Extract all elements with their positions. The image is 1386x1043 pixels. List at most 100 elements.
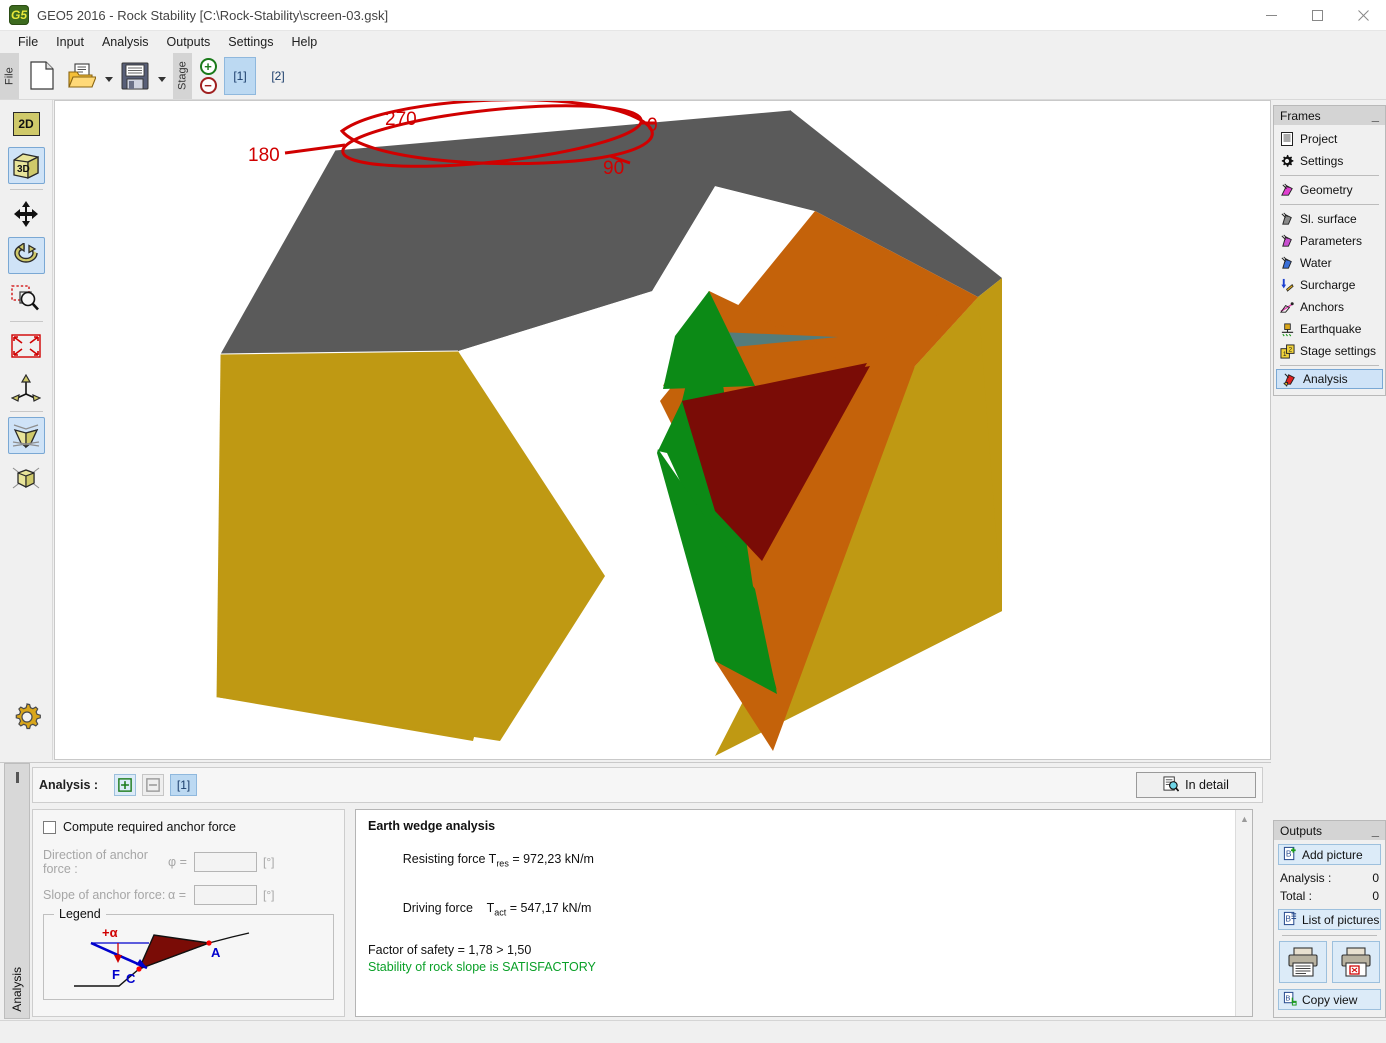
rotate-button[interactable] <box>8 237 45 274</box>
add-picture-label: Add picture <box>1302 848 1363 862</box>
view-2d-button[interactable]: 2D <box>8 105 45 142</box>
cube-wire-icon <box>11 464 41 492</box>
open-folder-icon[interactable] <box>63 56 101 96</box>
slope-of-anchor-force-input[interactable] <box>194 885 257 905</box>
compass-label-270: 270 <box>385 109 417 130</box>
frame-item-parameters[interactable]: Parameters <box>1274 230 1385 252</box>
print-preview-button[interactable] <box>1332 941 1380 983</box>
document-icon <box>1279 131 1295 147</box>
outputs-analysis-value: 0 <box>1372 871 1379 885</box>
minimize-icon[interactable] <box>1248 0 1294 31</box>
slope-of-anchor-force-row: Slope of anchor force: α = [°] <box>43 885 334 905</box>
menu-settings[interactable]: Settings <box>219 33 282 51</box>
plus-circle-icon[interactable]: + <box>200 58 217 75</box>
toolbar-stage-group-label: Stage <box>173 53 192 99</box>
frame-item-label: Settings <box>1300 154 1343 168</box>
resisting-force-line: Resisting force Tres = 972,23 kN/m <box>368 837 1240 886</box>
zoom-window-button[interactable] <box>8 279 45 316</box>
frame-item-settings[interactable]: Settings <box>1274 150 1385 172</box>
save-floppy-icon[interactable] <box>116 56 154 96</box>
legend-label-A: A <box>211 945 221 960</box>
chevron-up-icon[interactable]: ▲ <box>1236 810 1253 827</box>
outputs-panel-header: Outputs _ <box>1274 821 1385 840</box>
toolbar-divider <box>10 189 43 190</box>
resisting-force-subscript: res <box>496 859 509 869</box>
bottom-panel: Analysis Analysis : [1] In detail Compu <box>0 762 1271 1020</box>
axes-button[interactable] <box>8 369 45 406</box>
stage-tab-1[interactable]: [1] <box>224 57 256 95</box>
bottom-vertical-tab[interactable]: Analysis <box>4 763 30 1019</box>
minimize-panel-icon[interactable]: _ <box>1372 112 1379 120</box>
minus-icon <box>146 778 160 792</box>
menu-bar: File Input Analysis Outputs Settings Hel… <box>0 31 1386 52</box>
axes-tripod-icon <box>11 374 41 402</box>
printer-preview-icon <box>1339 946 1373 978</box>
view-mode-2-button[interactable] <box>8 459 45 496</box>
outputs-divider <box>1282 935 1377 936</box>
save-dropdown-chevron-down-icon[interactable] <box>155 56 168 96</box>
view-mode-1-button[interactable] <box>8 417 45 454</box>
window-title: GEO5 2016 - Rock Stability [C:\Rock-Stab… <box>37 8 388 23</box>
stage-tab-2[interactable]: [2] <box>262 57 294 95</box>
analysis-add-button[interactable] <box>114 774 136 796</box>
copy-view-label: Copy view <box>1302 993 1357 1007</box>
add-picture-button[interactable]: B Add picture <box>1278 844 1381 865</box>
move-arrows-icon <box>12 200 40 228</box>
new-document-icon[interactable] <box>23 56 61 96</box>
results-scrollbar[interactable]: ▲ ▼ <box>1235 810 1252 1016</box>
menu-input[interactable]: Input <box>47 33 93 51</box>
menu-outputs[interactable]: Outputs <box>158 33 220 51</box>
menu-file[interactable]: File <box>9 33 47 51</box>
analysis-remove-button[interactable] <box>142 774 164 796</box>
copy-view-button[interactable]: B Copy view <box>1278 989 1381 1010</box>
panel-grip-handle[interactable] <box>16 772 19 783</box>
fit-view-button[interactable] <box>8 327 45 364</box>
minus-circle-icon[interactable]: − <box>200 77 217 94</box>
frame-item-surcharge[interactable]: Surcharge <box>1274 274 1385 296</box>
frame-item-earthquake[interactable]: Earthquake <box>1274 318 1385 340</box>
close-icon[interactable] <box>1340 0 1386 31</box>
frame-item-water[interactable]: Water <box>1274 252 1385 274</box>
frames-divider <box>1280 175 1379 176</box>
frame-item-sl-surface[interactable]: Sl. surface <box>1274 208 1385 230</box>
compute-anchor-force-checkbox[interactable] <box>43 821 56 834</box>
frame-item-geometry[interactable]: Geometry <box>1274 179 1385 201</box>
in-detail-button[interactable]: In detail <box>1136 772 1256 798</box>
svg-text:B: B <box>1286 848 1292 858</box>
pan-button[interactable] <box>8 195 45 232</box>
frame-item-anchors[interactable]: Anchors <box>1274 296 1385 318</box>
print-button[interactable] <box>1279 941 1327 983</box>
title-bar: G5 GEO5 2016 - Rock Stability [C:\Rock-S… <box>0 0 1386 31</box>
view-3d-button[interactable]: 3D <box>8 147 45 184</box>
legend-title: Legend <box>54 907 106 921</box>
frame-item-label: Parameters <box>1300 234 1362 248</box>
menu-analysis[interactable]: Analysis <box>93 33 158 51</box>
list-pictures-icon: B <box>1283 911 1298 929</box>
direction-of-anchor-force-input[interactable] <box>194 852 257 872</box>
frame-item-analysis[interactable]: Analysis <box>1276 369 1383 389</box>
compute-anchor-force-row[interactable]: Compute required anchor force <box>43 820 334 834</box>
3d-viewport[interactable]: 0 90 180 270 <box>54 100 1271 760</box>
frames-panel: Frames _ Project Settings G <box>1273 105 1386 396</box>
driving-force-line: Driving force Tact = 547,17 kN/m <box>368 886 1240 935</box>
frames-list: Project Settings Geometry Sl <box>1274 125 1385 392</box>
minimize-panel-icon[interactable]: _ <box>1372 827 1379 835</box>
rotate-arrow-icon <box>11 243 41 269</box>
2d-cube-icon: 2D <box>13 112 40 136</box>
application-window: G5 GEO5 2016 - Rock Stability [C:\Rock-S… <box>0 0 1386 1043</box>
legend-label-F: F <box>112 967 120 982</box>
menu-help[interactable]: Help <box>282 33 326 51</box>
anchor-force-form: Compute required anchor force Direction … <box>32 809 345 1017</box>
outputs-panel-title: Outputs <box>1280 824 1322 838</box>
maximize-icon[interactable] <box>1294 0 1340 31</box>
open-dropdown-chevron-down-icon[interactable] <box>102 56 115 96</box>
frame-item-project[interactable]: Project <box>1274 128 1385 150</box>
frame-item-stage-settings[interactable]: 12 Stage settings <box>1274 340 1385 362</box>
analysis-tab-1[interactable]: [1] <box>170 774 197 796</box>
surcharge-icon <box>1279 277 1295 293</box>
plus-icon <box>118 778 132 792</box>
view-settings-button[interactable] <box>8 698 45 735</box>
cube-open-top-icon <box>11 422 41 450</box>
legend-label-C: C <box>126 971 136 986</box>
list-of-pictures-button[interactable]: B List of pictures <box>1278 909 1381 930</box>
